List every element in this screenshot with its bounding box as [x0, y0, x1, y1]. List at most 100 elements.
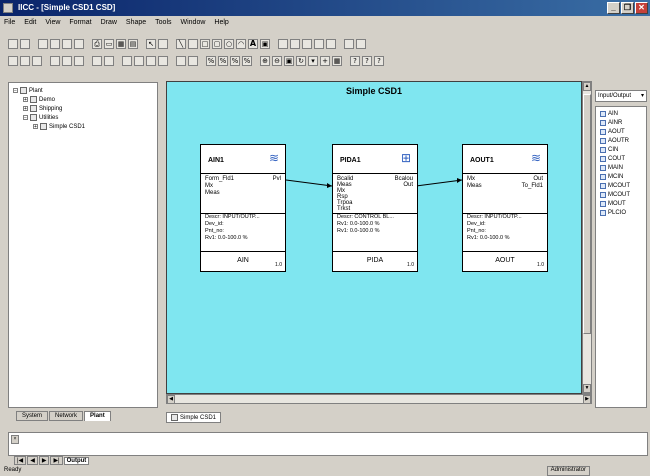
minimize-button[interactable]: _ [607, 2, 620, 14]
fill-color-icon[interactable] [62, 55, 72, 66]
compile-icon[interactable]: % [206, 55, 216, 66]
rotate-icon[interactable] [146, 55, 156, 66]
palette-item-cin[interactable]: CIN [600, 147, 618, 153]
scroll-up-icon[interactable]: ▲ [583, 82, 591, 91]
palette-item-mcout-2[interactable]: MCOUT [600, 192, 630, 198]
palette-item-plcio[interactable]: PLCIO [600, 210, 626, 216]
pointer-icon[interactable]: ↖ [146, 38, 156, 49]
down-arrow-icon[interactable]: ▾ [308, 55, 318, 66]
collapse-icon[interactable]: − [23, 115, 28, 121]
flip-icon[interactable] [158, 55, 168, 66]
scroll-down-icon[interactable]: ▼ [583, 384, 591, 393]
save-icon[interactable] [38, 38, 48, 49]
block-pida1[interactable]: PIDA1 ⊞ Bcalid Meas Mx Rsp Trpoa Trkst B… [332, 144, 418, 272]
preview-icon[interactable]: ▭ [104, 38, 114, 49]
group-icon[interactable] [344, 38, 354, 49]
menu-draw[interactable]: Draw [101, 19, 117, 26]
bold-icon[interactable] [8, 55, 18, 66]
next-tab-icon[interactable]: ▶ [38, 456, 50, 465]
context-help-icon[interactable]: ? [362, 55, 372, 66]
scroll-thumb[interactable] [583, 94, 591, 334]
align-right-icon[interactable] [302, 38, 312, 49]
expand-icon[interactable]: + [33, 124, 38, 130]
line-weight-icon[interactable] [92, 55, 102, 66]
palette-item-ain[interactable]: AIN [600, 111, 618, 117]
refresh-icon[interactable]: ↻ [296, 55, 306, 66]
input-port[interactable]: Trkst [337, 206, 350, 212]
menu-format[interactable]: Format [69, 19, 91, 26]
block-icon[interactable] [188, 55, 198, 66]
menu-edit[interactable]: Edit [24, 19, 36, 26]
palette-item-main[interactable]: MAIN [600, 165, 623, 171]
collapse-icon[interactable]: − [13, 88, 18, 94]
close-button[interactable]: ✕ [635, 2, 648, 14]
palette-item-ainr[interactable]: AINR [600, 120, 622, 126]
table-icon[interactable]: ▦ [332, 55, 342, 66]
text-tool-icon[interactable]: A [248, 38, 258, 49]
line-icon[interactable]: ╲ [176, 38, 186, 49]
ellipse-tool-icon[interactable]: ○ [224, 38, 234, 49]
copy-icon[interactable] [62, 38, 72, 49]
palette-item-aoutr[interactable]: AOUTR [600, 138, 629, 144]
open-icon[interactable] [20, 38, 30, 49]
input-port[interactable]: Mx [205, 183, 213, 189]
output-port[interactable]: To_Fld1 [522, 183, 543, 189]
palette-item-mcin[interactable]: MCIN [600, 174, 623, 180]
output-port[interactable]: Out [403, 182, 413, 188]
italic-icon[interactable] [20, 55, 30, 66]
palette-item-mcout[interactable]: MCOUT [600, 183, 630, 189]
prev-tab-icon[interactable]: ◀ [27, 456, 38, 465]
input-port[interactable]: Meas [467, 183, 482, 189]
validate-icon[interactable]: % [218, 55, 228, 66]
font-color-icon[interactable] [50, 55, 60, 66]
arc-tool-icon[interactable]: ◠ [236, 38, 246, 49]
rectangle-tool-icon[interactable]: □ [200, 38, 210, 49]
menu-tools[interactable]: Tools [155, 19, 171, 26]
line-style-icon[interactable] [104, 55, 114, 66]
tab-plant[interactable]: Plant [84, 411, 111, 421]
zoom-in-icon[interactable]: ⊕ [260, 55, 270, 66]
menu-file[interactable]: File [4, 19, 15, 26]
block-ain1[interactable]: AIN1 ≋ Form_Fld1 Mx Meas Pvl Descr: INPU… [200, 144, 286, 272]
last-tab-icon[interactable]: ▶| [50, 456, 63, 465]
expand-icon[interactable]: + [23, 106, 28, 112]
menu-shape[interactable]: Shape [126, 19, 146, 26]
align-top-icon[interactable] [314, 38, 324, 49]
horizontal-scrollbar[interactable]: ◀ ▶ [166, 394, 592, 404]
align-center-icon[interactable] [290, 38, 300, 49]
cut-icon[interactable] [50, 38, 60, 49]
image-tool-icon[interactable]: ▣ [260, 38, 270, 49]
menu-window[interactable]: Window [181, 19, 206, 26]
tab-output[interactable]: Output [63, 456, 90, 465]
align-bottom-icon[interactable] [326, 38, 336, 49]
palette-item-cout[interactable]: COUT [600, 156, 625, 162]
polyline-icon[interactable] [188, 38, 198, 49]
restore-button[interactable]: ❐ [621, 2, 634, 14]
upload-icon[interactable]: % [242, 55, 252, 66]
tree-item-simple-csd1[interactable]: + Simple CSD1 [33, 123, 85, 130]
vertical-scrollbar[interactable]: ▲ ▼ [582, 81, 592, 394]
first-tab-icon[interactable]: |◀ [14, 456, 27, 465]
line-color-icon[interactable] [74, 55, 84, 66]
tree-item-demo[interactable]: + Demo [23, 96, 55, 103]
bring-front-icon[interactable] [122, 55, 132, 66]
tree-item-plant[interactable]: − Plant [13, 87, 43, 94]
deploy-icon[interactable]: % [230, 55, 240, 66]
chevron-down-icon[interactable]: ▾ [641, 91, 644, 101]
about-icon[interactable]: ? [374, 55, 384, 66]
tab-system[interactable]: System [16, 411, 49, 421]
tree-item-shipping[interactable]: + Shipping [23, 105, 62, 112]
scroll-left-icon[interactable]: ◀ [167, 395, 175, 404]
tree-item-utilities[interactable]: − Utilities [23, 114, 58, 121]
output-port[interactable]: Out [533, 176, 543, 182]
expand-icon[interactable]: + [23, 97, 28, 103]
input-port[interactable]: Meas [205, 190, 220, 196]
document-tab[interactable]: Simple CSD1 [166, 412, 222, 423]
ungroup-icon[interactable] [356, 38, 366, 49]
send-back-icon[interactable] [134, 55, 144, 66]
tab-network[interactable]: Network [49, 411, 84, 421]
input-port[interactable]: Form_Fld1 [205, 176, 234, 182]
menu-view[interactable]: View [45, 19, 60, 26]
zoom-out-icon[interactable]: ⊖ [272, 55, 282, 66]
layer-icon[interactable] [176, 55, 186, 66]
